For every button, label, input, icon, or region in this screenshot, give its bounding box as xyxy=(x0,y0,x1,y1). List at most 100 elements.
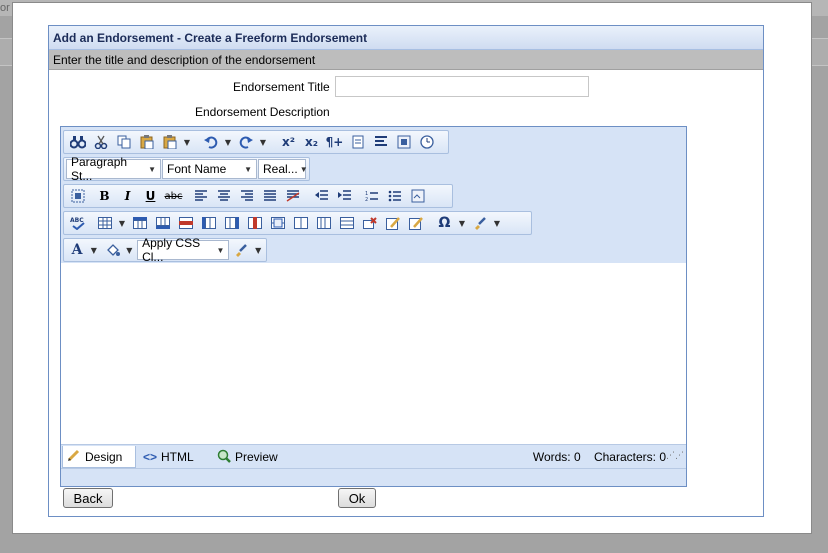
insert-row-above-icon[interactable] xyxy=(128,213,151,233)
bold-icon[interactable]: B xyxy=(93,186,116,206)
format-painter-icon[interactable] xyxy=(230,240,252,260)
outdent-icon[interactable] xyxy=(310,186,333,206)
subscript-icon[interactable]: x₂ xyxy=(300,132,323,152)
paragraph-style-value: Paragraph St... xyxy=(71,155,128,183)
svg-text:2: 2 xyxy=(365,197,368,202)
remove-alignment-icon[interactable] xyxy=(281,186,304,206)
paste-icon[interactable] xyxy=(135,132,158,152)
endorsement-description-label: Endorsement Description xyxy=(195,105,330,119)
align-left-icon[interactable] xyxy=(189,186,212,206)
preview-mode-tab[interactable]: Preview xyxy=(213,446,282,468)
editor-toolbar: ▼ ▼ ▼ x² x₂ ¶+ Paragraph St... ▼ Font Na… xyxy=(61,127,686,264)
toolbar-row-1: ▼ ▼ ▼ x² x₂ ¶+ xyxy=(63,130,449,154)
editor-status-bar xyxy=(61,468,686,486)
apply-css-class-select[interactable]: Apply CSS Cl... ▼ xyxy=(137,236,230,264)
indent-icon[interactable] xyxy=(333,186,356,206)
cell-properties-icon[interactable] xyxy=(381,213,404,233)
paragraph-mark-icon[interactable]: ¶+ xyxy=(323,132,346,152)
format-stripper-icon[interactable] xyxy=(468,213,491,233)
table-chevron-down-icon[interactable]: ▼ xyxy=(116,213,128,233)
background-text: or xyxy=(0,2,10,14)
undo-chevron-down-icon[interactable]: ▼ xyxy=(222,132,234,152)
background-color-icon[interactable] xyxy=(102,240,124,260)
font-size-select[interactable]: Real... ▼ xyxy=(258,159,308,179)
merge-cells-vertical-icon[interactable] xyxy=(289,213,312,233)
editor-mode-bar: Design <> HTML Preview Words: 0 Characte… xyxy=(61,444,686,468)
align-right-icon[interactable] xyxy=(235,186,258,206)
select-all-icon[interactable] xyxy=(66,186,89,206)
delete-row-icon[interactable] xyxy=(174,213,197,233)
insert-column-right-icon[interactable] xyxy=(220,213,243,233)
toolbar-row-4: ABC ▼ Ω ▼ ▼ xyxy=(63,211,532,235)
undo-icon[interactable] xyxy=(199,132,222,152)
chevron-down-icon: ▼ xyxy=(299,164,308,174)
form-element-icon[interactable] xyxy=(392,132,415,152)
html-mode-label: HTML xyxy=(161,450,194,464)
format-painter-chevron-down-icon[interactable]: ▼ xyxy=(252,240,264,260)
spellcheck-document-icon[interactable] xyxy=(346,132,369,152)
toolbar-row-3: B I U abc 1 2 xyxy=(63,184,453,208)
endorsement-title-label: Endorsement Title xyxy=(233,80,330,94)
strikethrough-icon[interactable]: abc xyxy=(162,186,185,206)
endorsement-title-input[interactable] xyxy=(335,76,589,97)
panel-title: Add an Endorsement - Create a Freeform E… xyxy=(49,26,763,50)
ok-button[interactable]: Ok xyxy=(338,488,376,508)
redo-icon[interactable] xyxy=(234,132,257,152)
font-name-value: Font Name xyxy=(167,162,227,176)
superscript-icon[interactable]: x² xyxy=(277,132,300,152)
insert-table-icon[interactable] xyxy=(93,213,116,233)
font-color-chevron-down-icon[interactable]: ▼ xyxy=(88,240,100,260)
clock-icon[interactable] xyxy=(415,132,438,152)
redo-chevron-down-icon[interactable]: ▼ xyxy=(257,132,269,152)
editor-counts: Words: 0 Characters: 0 xyxy=(533,450,666,464)
insert-column-left-icon[interactable] xyxy=(197,213,220,233)
paste-options-chevron-down-icon[interactable]: ▼ xyxy=(181,132,193,152)
paste-options-icon[interactable] xyxy=(158,132,181,152)
background-color-chevron-down-icon[interactable]: ▼ xyxy=(124,240,136,260)
chevron-down-icon: ▼ xyxy=(216,245,225,255)
cut-icon[interactable] xyxy=(89,132,112,152)
numbered-list-icon[interactable]: 12 xyxy=(360,186,383,206)
bulleted-list-icon[interactable] xyxy=(383,186,406,206)
pencil-icon xyxy=(67,448,81,465)
align-lines-icon[interactable] xyxy=(369,132,392,152)
toolbar-row-5: A ▼ ▼ Apply CSS Cl... ▼ ▼ xyxy=(63,236,267,264)
format-stripper-chevron-down-icon[interactable]: ▼ xyxy=(491,213,503,233)
split-cell-horizontal-icon[interactable] xyxy=(335,213,358,233)
word-count: Words: 0 xyxy=(532,450,581,464)
apply-css-class-value: Apply CSS Cl... xyxy=(142,236,201,264)
table-properties-icon[interactable] xyxy=(404,213,427,233)
panel-subtitle: Enter the title and description of the e… xyxy=(49,50,763,70)
special-characters-chevron-down-icon[interactable]: ▼ xyxy=(456,213,468,233)
delete-column-icon[interactable] xyxy=(243,213,266,233)
back-button[interactable]: Back xyxy=(63,488,113,508)
chevron-down-icon: ▼ xyxy=(148,164,156,174)
insert-row-below-icon[interactable] xyxy=(151,213,174,233)
toolbar-row-2: Paragraph St... ▼ Font Name ▼ Real... ▼ xyxy=(63,155,310,183)
align-center-icon[interactable] xyxy=(212,186,235,206)
insert-box-icon[interactable] xyxy=(406,186,429,206)
split-cell-icon[interactable] xyxy=(312,213,335,233)
copy-icon[interactable] xyxy=(112,132,135,152)
design-mode-tab[interactable]: Design xyxy=(62,446,136,468)
editor-content-area[interactable] xyxy=(61,263,686,444)
special-characters-icon[interactable]: Ω xyxy=(433,213,456,233)
spellcheck-icon[interactable]: ABC xyxy=(66,213,89,233)
modal-dialog: Add an Endorsement - Create a Freeform E… xyxy=(12,2,812,534)
underline-icon[interactable]: U xyxy=(139,186,162,206)
html-mode-tab[interactable]: <> HTML xyxy=(139,446,198,468)
italic-icon[interactable]: I xyxy=(116,186,139,206)
magnifier-icon xyxy=(217,449,231,466)
merge-cells-icon[interactable] xyxy=(266,213,289,233)
rich-text-editor: ▼ ▼ ▼ x² x₂ ¶+ Paragraph St... ▼ Font Na… xyxy=(60,126,687,487)
code-icon: <> xyxy=(143,450,158,464)
justify-icon[interactable] xyxy=(258,186,281,206)
chevron-down-icon: ▼ xyxy=(244,164,252,174)
paragraph-style-select[interactable]: Paragraph St... ▼ xyxy=(66,155,161,183)
delete-cell-icon[interactable] xyxy=(358,213,381,233)
font-color-icon[interactable]: A xyxy=(66,240,88,260)
font-name-select[interactable]: Font Name ▼ xyxy=(162,159,257,179)
find-replace-icon[interactable] xyxy=(66,132,89,152)
resize-grip-icon[interactable]: ⋰⋰ xyxy=(666,451,684,461)
character-count: Characters: 0 xyxy=(593,450,666,464)
